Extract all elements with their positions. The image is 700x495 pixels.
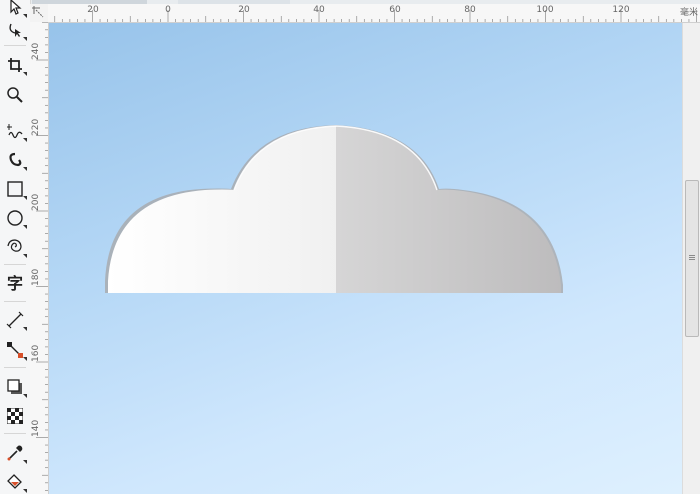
ruler-h-label: 60 [389,5,401,15]
drawing-canvas[interactable] [49,23,682,494]
artistic-media-tool[interactable] [2,147,28,173]
ruler-origin-icon [32,6,44,18]
horizontal-ruler[interactable]: 20 0 20 40 60 80 100 120 毫米 [48,4,700,23]
toolbox: 字 [0,0,31,494]
ruler-v-label: 160 [31,344,41,362]
ruler-v-label: 240 [31,42,41,60]
ruler-h-label: 80 [464,5,476,15]
crop-icon [8,58,22,72]
parallel-dimension-tool[interactable] [2,307,28,333]
ruler-h-label: 20 [238,5,250,15]
dimension-line-icon [6,311,24,329]
text-char-icon: 字 [6,274,23,293]
shape-tool[interactable] [2,17,28,43]
interactive-fill-tool[interactable] [2,469,28,495]
checkerboard-icon [7,408,23,424]
scrollbar-thumb[interactable] [685,180,699,337]
ellipse-icon [7,210,23,226]
ruler-h-label: 0 [165,5,171,15]
connector-tool[interactable] [2,337,28,363]
rectangle-tool[interactable] [2,176,28,202]
ruler-units-label: 毫米 [679,8,698,18]
cloud-shape[interactable] [105,125,563,293]
drop-shadow-icon [7,379,22,394]
ruler-h-label: 20 [87,5,99,15]
vertical-scrollbar[interactable] [682,23,700,494]
ruler-h-label: 120 [612,5,630,15]
ruler-v-label: 140 [31,419,41,437]
freehand-curve-icon [7,124,23,139]
vertical-ruler[interactable]: 240 220 200 180 160 140 [30,22,49,494]
ruler-v-label: 220 [31,118,41,136]
eyedropper-tool[interactable] [2,440,28,466]
ruler-v-label: 180 [31,268,41,286]
ruler-h-label: 100 [536,5,554,15]
connector-icon [7,342,23,358]
ruler-h-label: 40 [313,5,325,15]
transparency-tool[interactable] [2,403,28,429]
drop-shadow-tool[interactable] [2,374,28,400]
polygon-tool[interactable] [2,234,28,260]
brush-stroke-icon [9,152,22,167]
spiral-icon [7,239,22,252]
paint-bucket-icon [7,474,22,489]
eyedropper-icon [7,445,23,461]
arrow-pointer-icon [10,0,22,15]
ruler-v-label: 200 [31,193,41,211]
magnifier-icon [7,87,23,103]
rectangle-icon [7,181,23,197]
node-edit-icon [9,23,21,37]
text-tool[interactable]: 字 [2,271,28,297]
zoom-tool[interactable] [2,82,28,108]
freehand-tool[interactable] [2,118,28,144]
ruler-origin-corner[interactable] [30,4,49,23]
crop-tool[interactable] [2,52,28,78]
ellipse-tool[interactable] [2,205,28,231]
